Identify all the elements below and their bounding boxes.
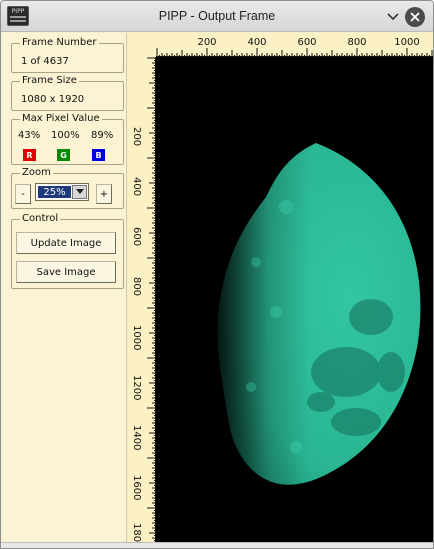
control-group: Control Update Image Save Image [11,213,124,289]
window-title: PIPP - Output Frame [158,9,276,23]
h-ruler-label: 800 [347,37,367,48]
image-viewer: 200 400 600 800 1000 200 400 600 800 100… [128,33,433,548]
moon-image [217,143,421,485]
frame-size-legend: Frame Size [20,75,79,86]
v-ruler-label: 800 [131,277,142,297]
control-legend: Control [20,213,61,224]
frame-number-legend: Frame Number [20,37,99,48]
h-ruler-label: 1000 [394,37,420,48]
frame-number-group: Frame Number 1 of 4637 [11,37,124,73]
update-image-button[interactable]: Update Image [16,232,116,254]
v-ruler-label: 600 [131,227,142,247]
close-icon [410,12,420,22]
zoom-out-button[interactable]: - [15,184,31,204]
control-panel: Frame Number 1 of 4637 Frame Size 1080 x… [3,33,127,542]
green-percent: 100% [51,130,80,141]
frame-size-group: Frame Size 1080 x 1920 [11,75,124,111]
green-channel-badge: G [57,149,70,161]
bottom-strip [1,542,433,548]
red-percent: 43% [18,130,41,141]
dropdown-arrow-icon [75,189,84,194]
v-ruler-label: 1400 [131,425,142,451]
save-image-button[interactable]: Save Image [16,261,116,283]
zoom-in-button[interactable]: + [96,184,112,204]
max-pixel-value-group: Max Pixel Value 43% 100% 89% R G B [11,113,124,165]
v-ruler-label: 400 [131,177,142,197]
h-ruler-label: 400 [247,37,267,48]
blue-percent: 89% [91,130,114,141]
frame-number-value: 1 of 4637 [21,56,69,67]
v-ruler-label: 1600 [131,475,142,501]
v-ruler-label: 200 [131,127,142,147]
v-ruler-label: 1200 [131,375,142,401]
frame-size-value: 1080 x 1920 [21,94,85,105]
chevron-down-icon [387,13,399,21]
ruler-corner [128,33,156,57]
zoom-group: Zoom - 25% + [11,167,124,209]
zoom-selected-value: 25% [38,186,71,198]
title-bar[interactable]: PIPP PIPP - Output Frame [1,1,433,32]
blue-channel-badge: B [92,149,105,161]
vertical-ruler: 200 400 600 800 1000 1200 1400 1600 1800 [128,57,156,548]
horizontal-ruler: 200 400 600 800 1000 [156,33,433,57]
zoom-dropdown-arrow[interactable] [72,185,87,199]
output-frame-window: PIPP PIPP - Output Frame Frame Number 1 … [0,0,434,549]
minimize-button[interactable] [383,7,403,27]
max-pixel-legend: Max Pixel Value [20,113,102,124]
zoom-legend: Zoom [20,167,53,178]
h-ruler-label: 600 [297,37,317,48]
h-ruler-label: 200 [197,37,217,48]
output-frame-image[interactable] [156,57,433,543]
red-channel-badge: R [23,149,36,161]
close-button[interactable] [405,7,425,27]
zoom-select[interactable]: 25% [35,183,89,201]
v-ruler-label: 1000 [131,325,142,351]
